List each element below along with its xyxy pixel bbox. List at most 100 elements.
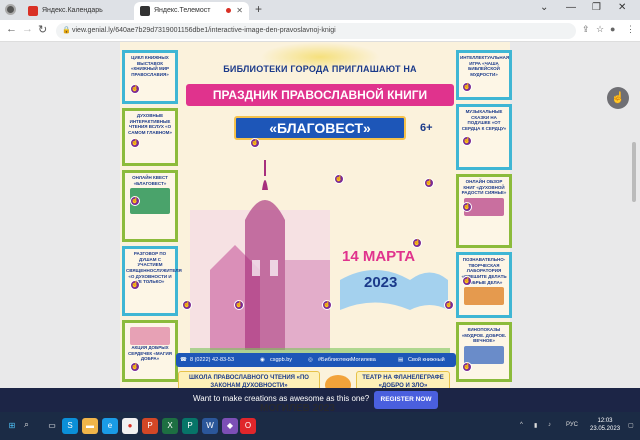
hotspot-icon[interactable]: ☝ (334, 174, 344, 184)
hotspot-icon[interactable]: ☝ (130, 84, 140, 94)
site-text: csgpb.by (270, 357, 293, 363)
event-year: 2023 (364, 274, 398, 291)
hotspot-icon[interactable]: ☝ (130, 362, 140, 372)
hotspot-icon[interactable]: ☝ (462, 276, 472, 286)
left-column: ЦИКЛ КНИЖНЫХ ВЫСТАВОК «КНИЖНЫЙ МИР ПРАВО… (122, 42, 182, 388)
recording-dot-icon (226, 8, 231, 13)
right-column: ИНТЕЛЛЕКТУАЛЬНАЯ ИГРА «ЧАША БИБЛЕЙСКОЙ М… (456, 42, 516, 388)
windows-start-icon[interactable]: ⊞ (4, 418, 20, 434)
lock-icon: 🔒 (62, 27, 71, 34)
chrome-icon[interactable]: ● (122, 418, 138, 434)
powerpoint-icon[interactable]: P (142, 418, 158, 434)
hashtag-text: #БиблиотекиМогилева (318, 357, 376, 363)
calendar-icon (28, 6, 38, 16)
hotspot-icon[interactable]: ☝ (462, 362, 472, 372)
edge-icon[interactable]: e (102, 418, 118, 434)
opera-icon[interactable]: O (240, 418, 256, 434)
hotspot-icon[interactable]: ☝ (462, 82, 472, 92)
own-text: Свой книжный (408, 357, 445, 363)
network-icon[interactable]: ▮ (534, 422, 537, 429)
volume-icon[interactable]: ♪ (548, 422, 551, 428)
clock-time: 12:03 (597, 418, 613, 424)
register-button[interactable]: REGISTER NOW (374, 391, 438, 409)
reload-icon[interactable]: ↻ (38, 23, 47, 36)
clock[interactable]: 12:03 23.05.2023 (590, 418, 620, 434)
hotspot-icon[interactable]: ☝ (444, 300, 454, 310)
share-page-icon[interactable]: ⇪ (582, 24, 590, 35)
theatre-box[interactable]: ТЕАТР НА ФЛАНЕЛЕГРАФЕ «ДОБРО И ЗЛО» (356, 371, 450, 388)
hotspot-icon[interactable]: ☝ (462, 136, 472, 146)
school-label: ШКОЛА ПРАВОСЛАВНОГО ЧТЕНИЯ «ПО ЗАКОНАМ Д… (189, 375, 309, 388)
age-rating: 6+ (420, 122, 433, 134)
back-icon[interactable]: ← (6, 23, 17, 35)
address-bar[interactable]: 🔒 view.genial.ly/640ae7b29d7319001156dbe… (56, 23, 576, 39)
hotspot-icon[interactable]: ☝ (322, 300, 332, 310)
scrollbar[interactable] (632, 142, 636, 202)
bookmark-icon[interactable]: ☆ (596, 24, 604, 35)
notification-icon[interactable]: ▢ (628, 422, 634, 429)
theatre-label: ТЕАТР НА ФЛАНЕЛЕГРАФЕ «ДОБРО И ЗЛО» (362, 375, 444, 388)
hotspot-icon[interactable]: ☝ (412, 238, 422, 248)
cursor-fab-icon[interactable]: ☝ (607, 87, 629, 109)
search-icon[interactable]: ⌕ (24, 419, 29, 430)
hotspot-icon[interactable]: ☝ (250, 138, 260, 148)
crafts-image (464, 287, 504, 306)
left-cell-reading[interactable]: ДУХОВНЫЕ ИНТЕРАКТИВНЫЕ ЧТЕНИЯ ВСЛУХ «О С… (122, 108, 178, 166)
right-cell-quiz[interactable]: ИНТЕЛЛЕКТУАЛЬНАЯ ИГРА «ЧАША БИБЛЕЙСКОЙ М… (456, 50, 512, 100)
tab-label: Яндекс.Телемост (154, 7, 211, 14)
tab-telemost[interactable]: Яндекс.Телемост ✕ (134, 2, 249, 20)
excel-icon[interactable]: X (162, 418, 178, 434)
new-tab-button[interactable]: + (255, 2, 262, 16)
tab-search-icon[interactable]: ⌄ (540, 2, 548, 13)
app-icon[interactable]: ◆ (222, 418, 238, 434)
left-cell-exhibitions[interactable]: ЦИКЛ КНИЖНЫХ ВЫСТАВОК «КНИЖНЫЙ МИР ПРАВО… (122, 50, 178, 104)
school-box[interactable]: ШКОЛА ПРАВОСЛАВНОГО ЧТЕНИЯ «ПО ЗАКОНАМ Д… (178, 371, 320, 388)
hotspot-icon[interactable]: ☝ (424, 178, 434, 188)
word-icon[interactable]: W (202, 418, 218, 434)
publisher-icon[interactable]: P (182, 418, 198, 434)
profile-icon[interactable]: ● (610, 24, 615, 34)
hotspot-icon[interactable]: ☝ (130, 196, 140, 206)
web-icon: ◉ (260, 357, 265, 363)
forward-icon[interactable]: → (22, 23, 33, 35)
poster-invite-line: БИБЛИОТЕКИ ГОРОДА ПРИГЛАШАЮТ НА (223, 64, 417, 74)
tab-strip: Яндекс.Календарь Яндекс.Телемост ✕ + ⌄ —… (0, 0, 640, 20)
tab-calendar[interactable]: Яндекс.Календарь (22, 2, 132, 20)
maximize-icon[interactable]: ❐ (592, 2, 601, 13)
left-cell-quest[interactable]: ОНЛАЙН КВЕСТ «БЛАГОВЕСТ» (122, 170, 178, 242)
left-cell-kindness[interactable]: АКЦИЯ ДОБРЫХ СЕРДЕЧЕК «МАГИЯ ДОБРА» (122, 320, 178, 382)
phone-icon: ☎ (180, 357, 187, 363)
tray-chevron-icon[interactable]: ^ (520, 422, 523, 428)
language-indicator[interactable]: РУС (566, 422, 578, 428)
hotspot-icon[interactable]: ☝ (130, 280, 140, 290)
hotspot-icon[interactable]: ☝ (182, 300, 192, 310)
poster-title: ПРАЗДНИК ПРАВОСЛАВНОЙ КНИГИ (186, 84, 454, 106)
cell-label: ИНТЕЛЛЕКТУАЛЬНАЯ ИГРА «ЧАША БИБЛЕЙСКОЙ М… (460, 55, 510, 77)
video-icon (140, 6, 150, 16)
skype-icon[interactable]: S (62, 418, 78, 434)
cta-text: Want to make creations as awesome as thi… (193, 394, 370, 403)
cinema-image (464, 345, 504, 364)
browser-logo-icon[interactable] (5, 4, 16, 15)
tab-label: Яндекс.Календарь (42, 7, 103, 14)
minimize-icon[interactable]: — (566, 2, 576, 13)
close-window-icon[interactable]: ✕ (618, 2, 626, 13)
cell-label: МУЗЫКАЛЬНЫЕ СКАЗКИ НА ПОДУШКЕ «ОТ СЕРДЦА… (461, 109, 507, 131)
cell-label: АКЦИЯ ДОБРЫХ СЕРДЕЧЕК «МАГИЯ ДОБРА» (128, 345, 172, 362)
hotspot-icon[interactable]: ☝ (130, 138, 140, 148)
hotspot-icon[interactable]: ☝ (234, 300, 244, 310)
task-view-icon[interactable]: ▭ (44, 418, 60, 434)
menu-icon[interactable]: ⋮ (626, 24, 635, 35)
instagram-icon: ◎ (308, 357, 313, 363)
cell-label: ЦИКЛ КНИЖНЫХ ВЫСТАВОК «КНИЖНЫЙ МИР ПРАВО… (131, 55, 169, 77)
close-tab-icon[interactable]: ✕ (236, 2, 243, 20)
contacts-bar: ☎ 8 (0222) 42-83-53 ◉ csgpb.by ◎ #Библио… (176, 353, 456, 367)
cell-label: ДУХОВНЫЕ ИНТЕРАКТИВНЫЕ ЧТЕНИЯ ВСЛУХ «О С… (128, 113, 172, 135)
explorer-icon[interactable]: ▬ (82, 418, 98, 434)
event-date: 14 МАРТА (342, 248, 416, 265)
book-icon: ▤ (398, 357, 404, 363)
right-cell-cinema[interactable]: КИНОПОКАЗЫ «МУДРОЕ. ДОБРОЕ. ВЕЧНОЕ» (456, 322, 512, 382)
taskbar: ⊞ ⌕ ▭ S ▬ e ● P X P W ◆ O ^ ▮ ♪ РУС 12:0… (0, 412, 640, 440)
cell-label: ОНЛАЙН ОБЗОР КНИГ «ДУХОВНОЙ РАДОСТИ СИЯН… (461, 179, 507, 196)
hotspot-icon[interactable]: ☝ (462, 202, 472, 212)
